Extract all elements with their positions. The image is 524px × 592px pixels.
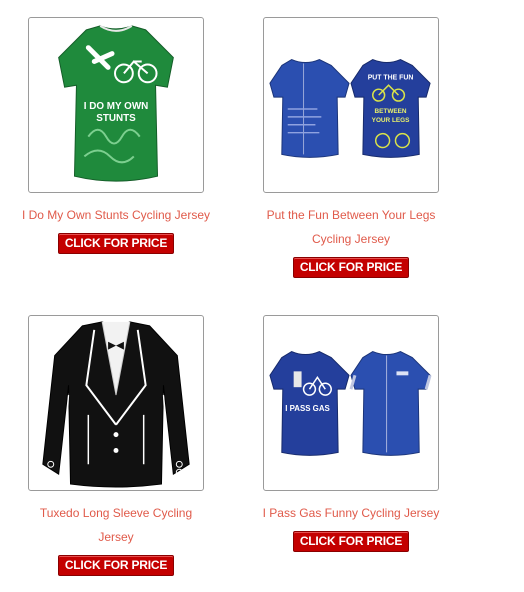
svg-text:BETWEEN: BETWEEN (375, 108, 407, 115)
click-for-price-button[interactable]: CLICK FOR PRICE (57, 555, 175, 576)
svg-text:PUT THE FUN: PUT THE FUN (368, 74, 414, 81)
product-image-link[interactable]: I PASS GAS (263, 315, 439, 491)
tuxedo-jersey-image (42, 321, 190, 488)
svg-text:I DO MY OWN: I DO MY OWN (84, 101, 149, 112)
product-grid: I DO MY OWN STUNTS I Do My Own Stunts Cy… (0, 0, 524, 592)
green-jersey-image: I DO MY OWN STUNTS (58, 25, 174, 182)
click-for-price-button[interactable]: CLICK FOR PRICE (292, 257, 410, 278)
svg-text:STUNTS: STUNTS (96, 113, 136, 124)
pass-gas-jersey-image: I PASS GAS (269, 351, 432, 456)
svg-text:YOUR LEGS: YOUR LEGS (372, 117, 410, 124)
product-card: I DO MY OWN STUNTS I Do My Own Stunts Cy… (16, 17, 216, 254)
product-image-link[interactable]: PUT THE FUN BETWEEN YOUR LEGS (263, 17, 439, 193)
product-card: I PASS GAS I Pass Gas Funny Cycling Jers… (251, 315, 451, 552)
product-name-link[interactable]: Put the Fun Between Your Legs Cycling Je… (256, 203, 446, 251)
product-image-link[interactable]: I DO MY OWN STUNTS (28, 17, 204, 193)
product-name-link[interactable]: I Pass Gas Funny Cycling Jersey (256, 501, 446, 525)
blue-jersey-pair-image: PUT THE FUN BETWEEN YOUR LEGS (269, 58, 431, 158)
click-for-price-button[interactable]: CLICK FOR PRICE (292, 531, 410, 552)
product-name-link[interactable]: Tuxedo Long Sleeve Cycling Jersey (21, 501, 211, 549)
product-card: PUT THE FUN BETWEEN YOUR LEGS Put the Fu… (251, 17, 451, 278)
click-for-price-button[interactable]: CLICK FOR PRICE (57, 233, 175, 254)
product-image-link[interactable] (28, 315, 204, 491)
product-card: Tuxedo Long Sleeve Cycling Jersey CLICK … (16, 315, 216, 576)
product-name-link[interactable]: I Do My Own Stunts Cycling Jersey (21, 203, 211, 227)
svg-text:I PASS GAS: I PASS GAS (285, 404, 330, 413)
